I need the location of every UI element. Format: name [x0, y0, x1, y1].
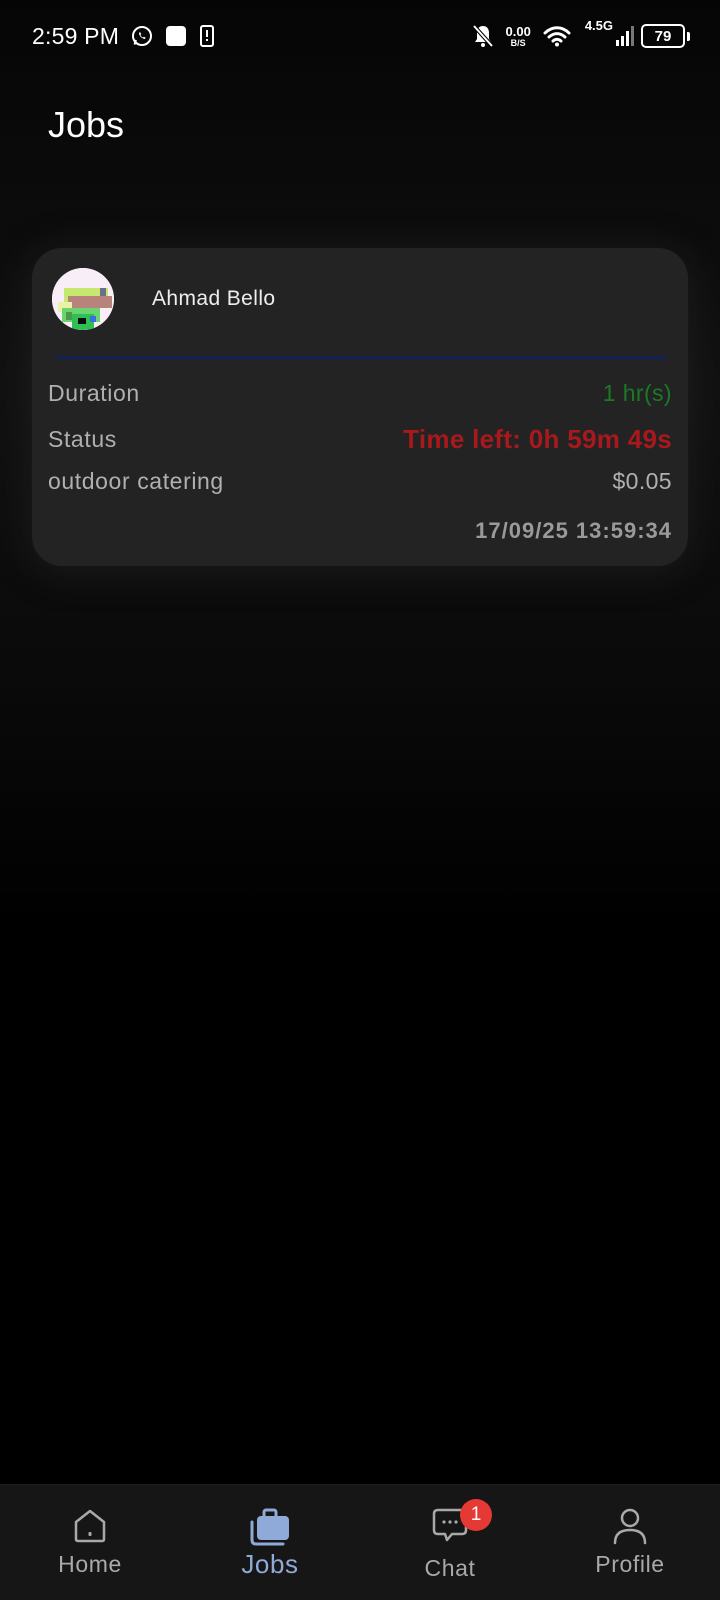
- battery-icon: 79: [641, 24, 690, 48]
- duration-value: 1 hr(s): [602, 380, 672, 406]
- price-value: $0.05: [612, 468, 672, 494]
- whatsapp-icon: [131, 25, 153, 47]
- jobs-screen: 2:59 PM 0.00 B/S 4.5G 79 Jobs Ahmad Bell…: [0, 0, 720, 1600]
- net-speed-value: 0.00: [505, 23, 531, 39]
- page-title: Jobs: [48, 104, 125, 145]
- category-row: outdoor catering $0.05: [48, 468, 672, 495]
- nav-jobs-label: Jobs: [241, 1549, 299, 1579]
- card-header: Ahmad Bello: [52, 268, 275, 330]
- job-card[interactable]: Ahmad Bello Duration 1 hr(s) Status Time…: [32, 248, 688, 566]
- briefcase-icon: [249, 1505, 291, 1547]
- app-square-icon: [165, 25, 187, 47]
- duration-row: Duration 1 hr(s): [48, 380, 672, 407]
- battery-level: 79: [641, 24, 685, 48]
- nav-home[interactable]: Home: [0, 1485, 180, 1600]
- nav-chat[interactable]: 1 Chat: [360, 1485, 540, 1600]
- nav-jobs[interactable]: Jobs: [180, 1485, 360, 1600]
- status-row: Status Time left: 0h 59m 49s: [48, 424, 672, 455]
- phone-alert-icon: [199, 25, 215, 47]
- nav-home-label: Home: [58, 1551, 122, 1577]
- bottom-nav: Home Jobs 1 Chat Profile: [0, 1484, 720, 1600]
- status-bar: 2:59 PM 0.00 B/S 4.5G 79: [0, 0, 720, 72]
- bell-off-icon: [472, 24, 494, 48]
- net-speed-unit: B/S: [510, 37, 526, 48]
- net-speed: 0.00 B/S: [506, 25, 531, 48]
- home-icon: [71, 1505, 109, 1547]
- chat-badge: 1: [460, 1499, 492, 1531]
- job-timestamp: 17/09/25 13:59:34: [475, 518, 672, 543]
- client-name: Ahmad Bello: [152, 287, 276, 310]
- wifi-icon: [543, 25, 571, 47]
- avatar[interactable]: [52, 268, 114, 330]
- chat-icon: 1: [430, 1499, 492, 1547]
- status-time: 2:59 PM: [32, 22, 120, 49]
- person-icon: [611, 1505, 649, 1547]
- network-type: 4.5G: [584, 18, 613, 33]
- nav-profile[interactable]: Profile: [540, 1485, 720, 1600]
- category-label: outdoor catering: [48, 468, 224, 494]
- status-label: Status: [48, 426, 117, 452]
- nav-profile-label: Profile: [595, 1551, 665, 1577]
- signal-icon: [615, 25, 635, 47]
- status-timer: Time left: 0h 59m 49s: [403, 424, 672, 454]
- duration-label: Duration: [48, 380, 140, 406]
- nav-chat-label: Chat: [424, 1555, 476, 1581]
- card-divider: [56, 356, 666, 359]
